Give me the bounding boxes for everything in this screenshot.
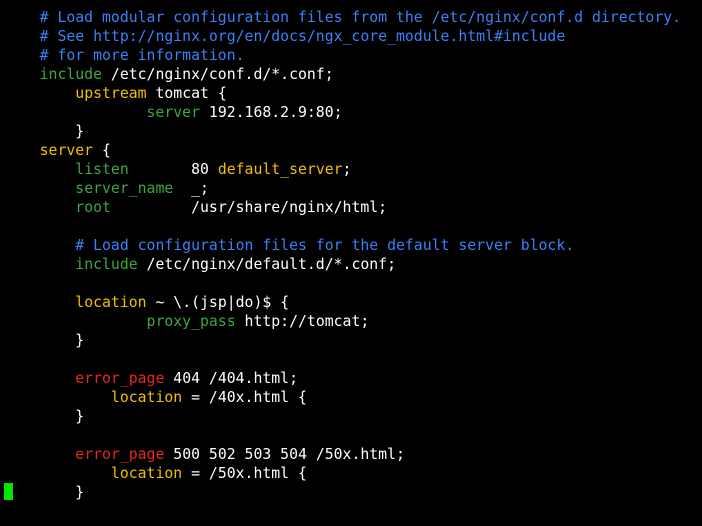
code-line: # Load modular configuration files from … [4, 8, 681, 27]
code-token-default [4, 180, 75, 197]
code-token-value: } [4, 123, 85, 140]
code-token-comment: # Load modular configuration files from … [39, 9, 682, 26]
code-token-value: /usr/share/nginx/html; [110, 199, 388, 216]
code-token-keyword: server [146, 104, 200, 121]
code-token-value: 80 [128, 161, 218, 178]
code-line: upstream tomcat { [4, 84, 227, 103]
code-line: } [4, 331, 84, 350]
code-token-comment: # Load configuration files for the defau… [75, 237, 575, 254]
code-token-keyword: proxy_pass [146, 313, 236, 330]
code-token-directive: default_server [217, 161, 343, 178]
code-line: location = /40x.html { [4, 388, 307, 407]
code-line: server { [4, 141, 111, 160]
code-line: # See http://nginx.org/en/docs/ngx_core_… [4, 27, 566, 46]
code-token-keyword: include [75, 256, 138, 273]
code-token-default [4, 161, 75, 178]
code-line: } [4, 483, 84, 502]
code-line: server_name _; [4, 179, 209, 198]
code-token-default [4, 389, 111, 406]
code-token-default [4, 237, 75, 254]
code-line: } [4, 407, 84, 426]
code-token-value: } [4, 332, 85, 349]
code-token-value: _; [173, 180, 209, 197]
code-line: listen 80 default_server; [4, 160, 351, 179]
code-line: } [4, 122, 84, 141]
code-line: error_page 404 /404.html; [4, 369, 298, 388]
code-token-keyword: server_name [75, 180, 174, 197]
code-line: proxy_pass http://tomcat; [4, 312, 370, 331]
code-line: # Load configuration files for the defau… [4, 236, 574, 255]
code-token-value: { [93, 142, 111, 159]
code-token-default [4, 47, 40, 64]
code-line: root /usr/share/nginx/html; [4, 198, 387, 217]
code-token-value: = /40x.html { [182, 389, 307, 406]
code-line: server 192.168.2.9:80; [4, 103, 343, 122]
code-token-default [4, 142, 40, 159]
code-line: include /etc/nginx/conf.d/*.conf; [4, 65, 334, 84]
code-token-value: ; [342, 161, 352, 178]
code-token-default [4, 370, 75, 387]
code-token-default [4, 104, 147, 121]
text-cursor [4, 483, 13, 500]
code-token-default [4, 199, 75, 216]
code-token-value: } [4, 408, 85, 425]
code-line: error_page 500 502 503 504 /50x.html; [4, 445, 405, 464]
code-token-value: = /50x.html { [182, 465, 307, 482]
code-token-default [4, 446, 75, 463]
code-token-value: 500 502 503 504 /50x.html; [164, 446, 405, 463]
code-token-default [4, 313, 147, 330]
code-token-directive: location [110, 465, 183, 482]
code-token-default [4, 294, 75, 311]
code-token-value: /etc/nginx/default.d/*.conf; [137, 256, 396, 273]
code-token-comment: # See http://nginx.org/en/docs/ngx_core_… [39, 28, 566, 45]
terminal-editor[interactable]: # Load modular configuration files from … [0, 0, 702, 526]
code-token-directive: location [110, 389, 183, 406]
code-token-error-directive: error_page [75, 370, 165, 387]
code-token-default [4, 9, 40, 26]
code-token-value: tomcat { [146, 85, 227, 102]
code-token-keyword: include [39, 66, 102, 83]
code-line: include /etc/nginx/default.d/*.conf; [4, 255, 396, 274]
code-token-default [4, 66, 40, 83]
code-token-directive: upstream [75, 85, 147, 102]
code-line: # for more information. [4, 46, 245, 65]
code-token-value: } [4, 484, 85, 501]
code-token-error-directive: error_page [75, 446, 165, 463]
code-token-keyword: root [75, 199, 111, 216]
code-token-directive: server [39, 142, 94, 159]
code-token-value: http://tomcat; [235, 313, 370, 330]
code-token-default [4, 85, 75, 102]
code-token-value: ~ \.(jsp|do)$ { [146, 294, 290, 311]
code-token-directive: location [75, 294, 147, 311]
code-token-value: /etc/nginx/conf.d/*.conf; [102, 66, 334, 83]
code-token-default [4, 28, 40, 45]
code-line: location = /50x.html { [4, 464, 307, 483]
code-token-value: 404 /404.html; [164, 370, 299, 387]
code-token-default [4, 465, 111, 482]
code-token-value: 192.168.2.9:80; [200, 104, 343, 121]
code-token-keyword: listen [75, 161, 129, 178]
code-token-default [4, 256, 75, 273]
code-token-comment: # for more information. [39, 47, 245, 64]
code-line: location ~ \.(jsp|do)$ { [4, 293, 289, 312]
